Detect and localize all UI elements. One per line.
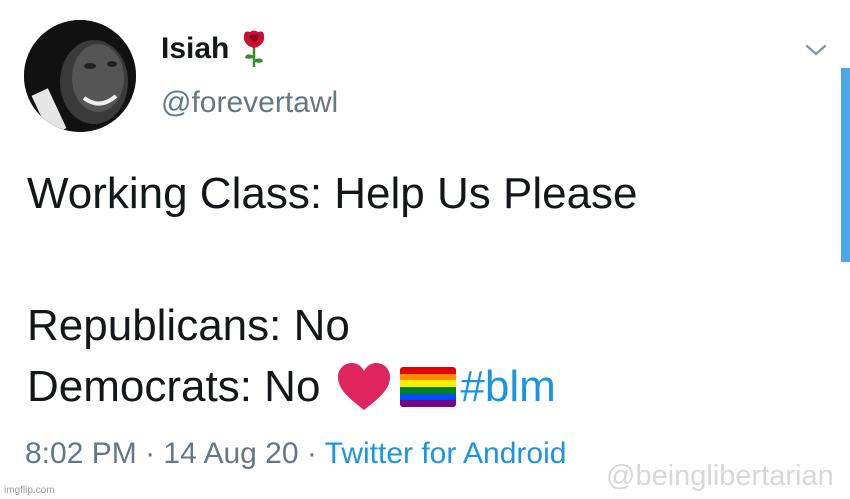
hashtag-link[interactable]: #blm <box>460 362 555 412</box>
tweet-date[interactable]: 14 Aug 20 <box>163 437 298 470</box>
tweet-text-line-3-text: Democrats: No <box>27 362 321 411</box>
tweet-text-line-1: Working Class: Help Us Please <box>27 169 638 218</box>
tweet-text-line-3: Democrats: No #blm <box>27 362 556 412</box>
tweet-metadata: 8:02 PM · 14 Aug 20 · Twitter for Androi… <box>25 437 566 471</box>
flag-stripe <box>400 393 457 401</box>
user-handle[interactable]: @forevertawl <box>161 86 338 120</box>
meta-separator: · <box>298 437 325 470</box>
tweet-time[interactable]: 8:02 PM <box>25 437 137 470</box>
tweet-text-line-2: Republicans: No <box>27 301 350 350</box>
rose-icon <box>241 30 267 68</box>
flag-stripe <box>400 367 457 374</box>
flag-stripe <box>400 400 457 407</box>
tweet-source-link[interactable]: Twitter for Android <box>325 437 567 470</box>
chevron-down-icon[interactable] <box>803 40 829 60</box>
flag-stripe <box>400 373 457 381</box>
scrollbar[interactable] <box>841 68 850 262</box>
avatar[interactable] <box>24 20 136 132</box>
rainbow-flag-icon <box>400 367 457 407</box>
meta-separator: · <box>136 437 164 470</box>
heart-icon <box>320 362 392 412</box>
display-name[interactable]: Isiah <box>161 30 267 68</box>
flag-stripe <box>400 387 457 394</box>
display-name-text: Isiah <box>161 32 230 65</box>
imgflip-watermark: imgflip.com <box>4 485 55 496</box>
watermark: @beinglibertarian <box>606 460 834 492</box>
profile-photo <box>24 20 136 132</box>
flag-stripe <box>400 380 457 388</box>
